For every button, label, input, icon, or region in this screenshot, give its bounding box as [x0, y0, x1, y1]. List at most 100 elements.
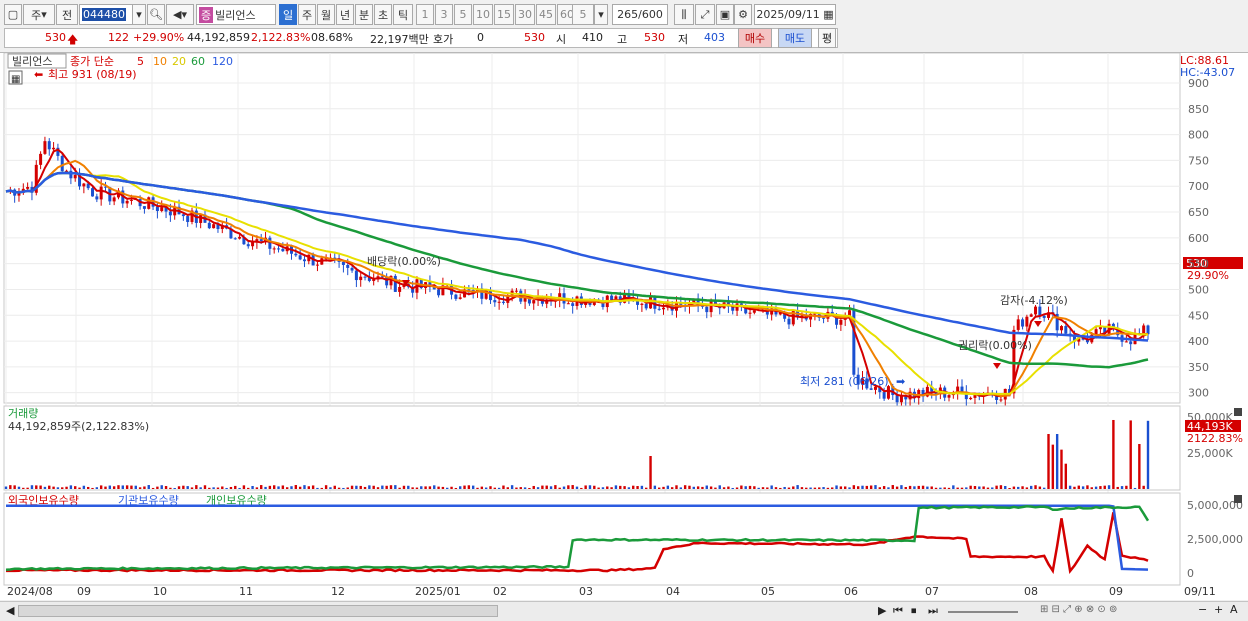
volume-bar	[792, 486, 795, 489]
ma5-label: 5	[137, 55, 144, 68]
chart-canvas[interactable]: 빌리언스 종가 단순 5 10 20 60 120 ▦ ⬅ 최고 931 (08…	[0, 52, 1248, 601]
buy-button[interactable]: 매수	[738, 28, 772, 48]
bottom-scrollbar[interactable]: ◀ ▶ ⏮ ⏹ ⏭ ⊞ ⊟ ⤢ ⊕ ⊗ ⊙ ⊚ − + A	[0, 601, 1248, 621]
interval-3[interactable]: 3	[435, 4, 453, 25]
zoom-slider[interactable]	[948, 611, 1018, 613]
date-field[interactable]: 2025/09/11 ▦	[754, 4, 836, 25]
volume-bar	[381, 485, 384, 489]
volume-bar	[696, 486, 700, 489]
code-dropdown-icon[interactable]: ▾	[132, 4, 146, 25]
volume-close-icon[interactable]	[1234, 408, 1242, 416]
volume-bar	[843, 486, 847, 489]
sound-icon[interactable]: ◀▾	[166, 4, 194, 25]
interval-10[interactable]: 10	[473, 4, 493, 25]
volume-bar	[679, 487, 683, 489]
volume-bar	[195, 485, 198, 489]
volume-bar	[39, 485, 42, 489]
volume-bar	[510, 485, 514, 489]
interval-15[interactable]: 15	[494, 4, 514, 25]
volume-bar	[298, 486, 302, 489]
event-capital-reduction: 감자(-4.12%)	[1000, 294, 1068, 307]
ma20-label: 20	[172, 55, 186, 68]
candle-body	[709, 300, 713, 313]
interval-30[interactable]: 30	[515, 4, 535, 25]
candle-body	[839, 319, 843, 325]
candle-type-icon[interactable]: ⫼	[674, 4, 694, 25]
chart-area[interactable]: 빌리언스 종가 단순 5 10 20 60 120 ▦ ⬅ 최고 931 (08…	[0, 52, 1248, 600]
stop-icon[interactable]: ⏹	[911, 604, 917, 618]
auto-scale-icon[interactable]: A	[1230, 603, 1238, 616]
count-field[interactable]: 265/600	[612, 4, 668, 25]
price-tick-label: 400	[1188, 335, 1209, 348]
period-week[interactable]: 주	[298, 4, 316, 25]
volume-bar	[1077, 485, 1080, 489]
volume-bar	[952, 485, 955, 489]
zoom-in-icon[interactable]: +	[1214, 603, 1223, 616]
avg-button[interactable]: 평	[818, 28, 836, 48]
holder-close-icon[interactable]	[1234, 495, 1242, 503]
volume-bar	[939, 487, 942, 489]
hoga-label: 호가	[433, 33, 454, 46]
volume-bar	[35, 485, 38, 489]
interval-45[interactable]: 45	[536, 4, 556, 25]
interval-dropdown-icon[interactable]: ▾	[594, 4, 608, 25]
volume-bar	[247, 487, 250, 489]
candle-body	[882, 392, 886, 399]
calc-glyph: ▦	[11, 74, 20, 85]
volume-bar	[580, 487, 583, 489]
volume-bar	[783, 486, 786, 489]
volume-bar	[1125, 485, 1128, 489]
stock-name-field[interactable]: 증 빌리언스	[196, 4, 276, 25]
volume-bar	[95, 487, 99, 489]
volume-summary: 44,192,859주(2,122.83%)	[8, 420, 149, 433]
period-second[interactable]: 초	[374, 4, 392, 25]
volume-bar	[770, 485, 773, 489]
save-icon[interactable]: ▣	[716, 4, 734, 25]
period-year[interactable]: 년	[336, 4, 354, 25]
period-day[interactable]: 일	[279, 4, 297, 25]
volume-bar	[99, 485, 103, 489]
low-note: 최저 281 (06/26)	[800, 375, 889, 388]
zoom-out-icon[interactable]: −	[1198, 603, 1207, 616]
period-tick[interactable]: 틱	[393, 4, 413, 25]
search-icon[interactable]: 🔍︎	[147, 4, 165, 25]
volume-bar	[415, 487, 419, 489]
volume-bar	[645, 487, 648, 489]
x-tick-label: 07	[925, 585, 939, 598]
x-tick-label: 09	[1109, 585, 1123, 598]
last-page-icon[interactable]: ⏭	[928, 604, 938, 618]
window-icon[interactable]: ▢	[4, 4, 22, 25]
volume-bar	[1146, 420, 1150, 489]
scroll-left-icon[interactable]: ◀	[6, 604, 14, 617]
volume-bar	[1051, 444, 1055, 489]
volume-bar	[160, 485, 163, 489]
count-total: /600	[638, 8, 663, 21]
price-yaxis: 900 850 800 750 700 650 600 550 500 450 400 350 300	[1188, 77, 1209, 400]
volume-bar	[407, 485, 410, 489]
volume-bar	[714, 487, 717, 489]
interval-1[interactable]: 1	[416, 4, 434, 25]
sell-button[interactable]: 매도	[778, 28, 812, 48]
candle-body	[640, 303, 644, 305]
period-month[interactable]: 월	[317, 4, 335, 25]
scroll-thumb[interactable]	[18, 605, 498, 617]
candle-body	[1034, 306, 1038, 315]
first-page-icon[interactable]: ⏮	[893, 604, 903, 618]
chart-tool-icons[interactable]: ⊞ ⊟ ⤢ ⊕ ⊗ ⊙ ⊚	[1040, 604, 1117, 615]
market-select[interactable]: 주 ▾	[23, 4, 55, 25]
volume-bar	[376, 487, 380, 489]
interval-5[interactable]: 5	[454, 4, 472, 25]
volume-bar	[606, 486, 609, 489]
candle-body	[1142, 325, 1146, 334]
volume-bar	[251, 485, 254, 489]
volume-bar	[934, 487, 938, 489]
gear-icon[interactable]: ⚙	[734, 4, 752, 25]
volume-bar	[186, 486, 189, 489]
prev-button[interactable]: 전	[56, 4, 78, 25]
volume-bar	[125, 485, 129, 489]
scroll-right-icon[interactable]: ▶	[878, 604, 886, 617]
volume-bar	[731, 487, 734, 489]
period-minute[interactable]: 분	[355, 4, 373, 25]
draw-tool-icon[interactable]: ⤢	[695, 4, 715, 25]
interval-custom-input[interactable]: 5	[572, 4, 594, 25]
